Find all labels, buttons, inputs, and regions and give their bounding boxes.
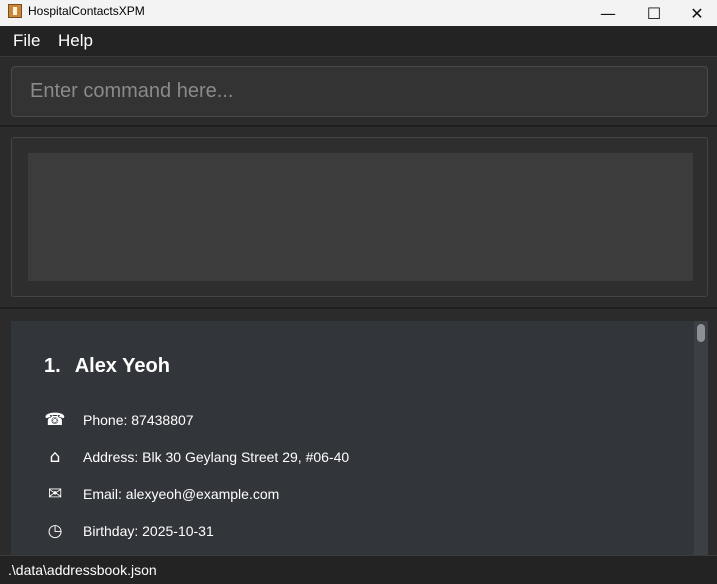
person-list-scrollbar[interactable] [694, 321, 708, 555]
person-index: 1. [44, 355, 61, 377]
save-location: .\data\addressbook.json [8, 562, 157, 578]
result-display-section [0, 127, 717, 309]
command-box [0, 57, 717, 127]
telephone-icon: ☎ [44, 410, 66, 430]
status-bar: .\data\addressbook.json [0, 555, 717, 584]
person-name: 1. Alex Yeoh [44, 355, 170, 378]
home-icon: ⌂ [49, 447, 61, 467]
menu-bar: File Help [0, 26, 717, 57]
person-list[interactable]: 1. Alex Yeoh ☎ Phone: 87438807 ⌂ Address:… [11, 321, 708, 555]
menu-file[interactable]: File [13, 31, 40, 51]
result-display-panel [11, 137, 708, 297]
maximize-button[interactable]: ☐ [631, 0, 677, 26]
menu-help[interactable]: Help [58, 31, 93, 51]
birthday-text: Birthday: 2025-10-31 [83, 523, 214, 539]
minimize-button[interactable]: — [585, 0, 631, 26]
envelope-icon: ✉ [47, 484, 63, 504]
close-button[interactable]: ✕ [677, 0, 717, 26]
person-name-text: Alex Yeoh [74, 355, 170, 377]
result-display [28, 153, 693, 281]
person-list-section: 1. Alex Yeoh ☎ Phone: 87438807 ⌂ Address:… [0, 309, 717, 555]
clock-icon: ◷ [47, 521, 63, 541]
app-logo-icon [8, 4, 22, 18]
address-text: Address: Blk 30 Geylang Street 29, #06-4… [83, 449, 350, 465]
scroll-thumb[interactable] [697, 324, 705, 342]
phone-text: Phone: 87438807 [83, 412, 194, 428]
command-input[interactable] [11, 66, 708, 117]
window-title: HospitalContactsXPM [28, 4, 145, 18]
email-text: Email: alexyeoh@example.com [83, 486, 280, 502]
window-titlebar: HospitalContactsXPM — ☐ ✕ [0, 0, 717, 26]
person-card[interactable]: 1. Alex Yeoh ☎ Phone: 87438807 ⌂ Address:… [11, 321, 694, 555]
